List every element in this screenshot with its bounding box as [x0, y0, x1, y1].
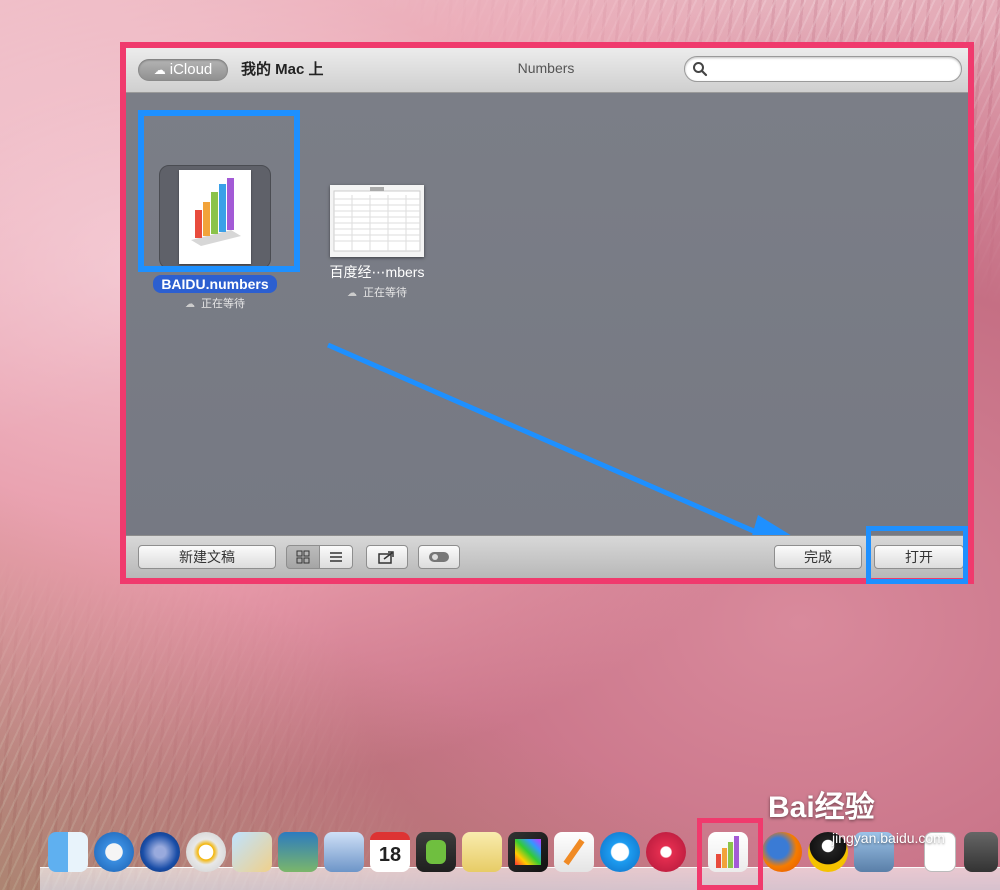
calendar-icon[interactable]: 18 [370, 832, 410, 872]
document-status: ☁ 正在等待 [347, 287, 407, 299]
watermark-logo: Bai经验 [768, 791, 875, 824]
sparrow-icon[interactable] [646, 832, 686, 872]
notes-icon[interactable] [462, 832, 502, 872]
quicktime-icon[interactable] [140, 832, 180, 872]
final-cut-icon[interactable] [508, 832, 548, 872]
iphoto-icon[interactable] [278, 832, 318, 872]
firefox-icon[interactable] [762, 832, 802, 872]
safari-icon[interactable] [94, 832, 134, 872]
document-status: ☁ 正在等待 [185, 298, 245, 310]
document-item[interactable]: 百度经⋯mbers ☁ 正在等待 [302, 155, 452, 300]
grid-view-button[interactable] [286, 545, 320, 569]
window-title: Numbers [517, 60, 575, 76]
icloud-tab[interactable]: ☁ iCloud [138, 59, 228, 81]
share-icon [378, 551, 394, 564]
list-view-icon [330, 552, 342, 562]
preview-icon[interactable] [232, 832, 272, 872]
toggle-button[interactable] [418, 545, 460, 569]
calendar-day: 18 [378, 844, 402, 866]
bottom-toolbar: 新建文稿 完成 打开 [126, 535, 968, 578]
on-my-mac-tab[interactable]: 我的 Mac 上 [241, 59, 324, 81]
script-icon[interactable] [964, 832, 998, 872]
icloud-label: iCloud [169, 61, 213, 78]
document-name: 百度经⋯mbers [329, 264, 425, 280]
share-button[interactable] [366, 545, 408, 569]
finder-icon[interactable] [48, 832, 88, 872]
search-icon [693, 62, 708, 77]
cloud-icon: ☁ [185, 299, 195, 310]
annotation-highlight-box [138, 110, 300, 272]
toggle-icon [429, 552, 449, 562]
list-view-button[interactable] [319, 545, 353, 569]
cloud-icon: ☁ [347, 288, 357, 299]
mail-icon[interactable] [324, 832, 364, 872]
annotation-highlight-box [866, 526, 968, 584]
annotation-highlight-box [697, 818, 763, 890]
pages-icon[interactable] [554, 832, 594, 872]
document-name: BAIDU.numbers [153, 275, 277, 293]
cloud-icon: ☁ [153, 63, 166, 77]
dvd-player-icon[interactable] [186, 832, 226, 872]
evernote-icon[interactable] [416, 832, 456, 872]
done-button[interactable]: 完成 [774, 545, 862, 569]
new-document-button[interactable]: 新建文稿 [138, 545, 276, 569]
watermark-url: jingyan.baidu.com [832, 830, 945, 846]
search-field[interactable] [684, 56, 962, 82]
grid-view-icon [296, 550, 310, 564]
spreadsheet-thumb-icon [330, 185, 424, 257]
qq-browser-icon[interactable] [600, 832, 640, 872]
titlebar: ☁ iCloud 我的 Mac 上 Numbers [126, 48, 968, 93]
